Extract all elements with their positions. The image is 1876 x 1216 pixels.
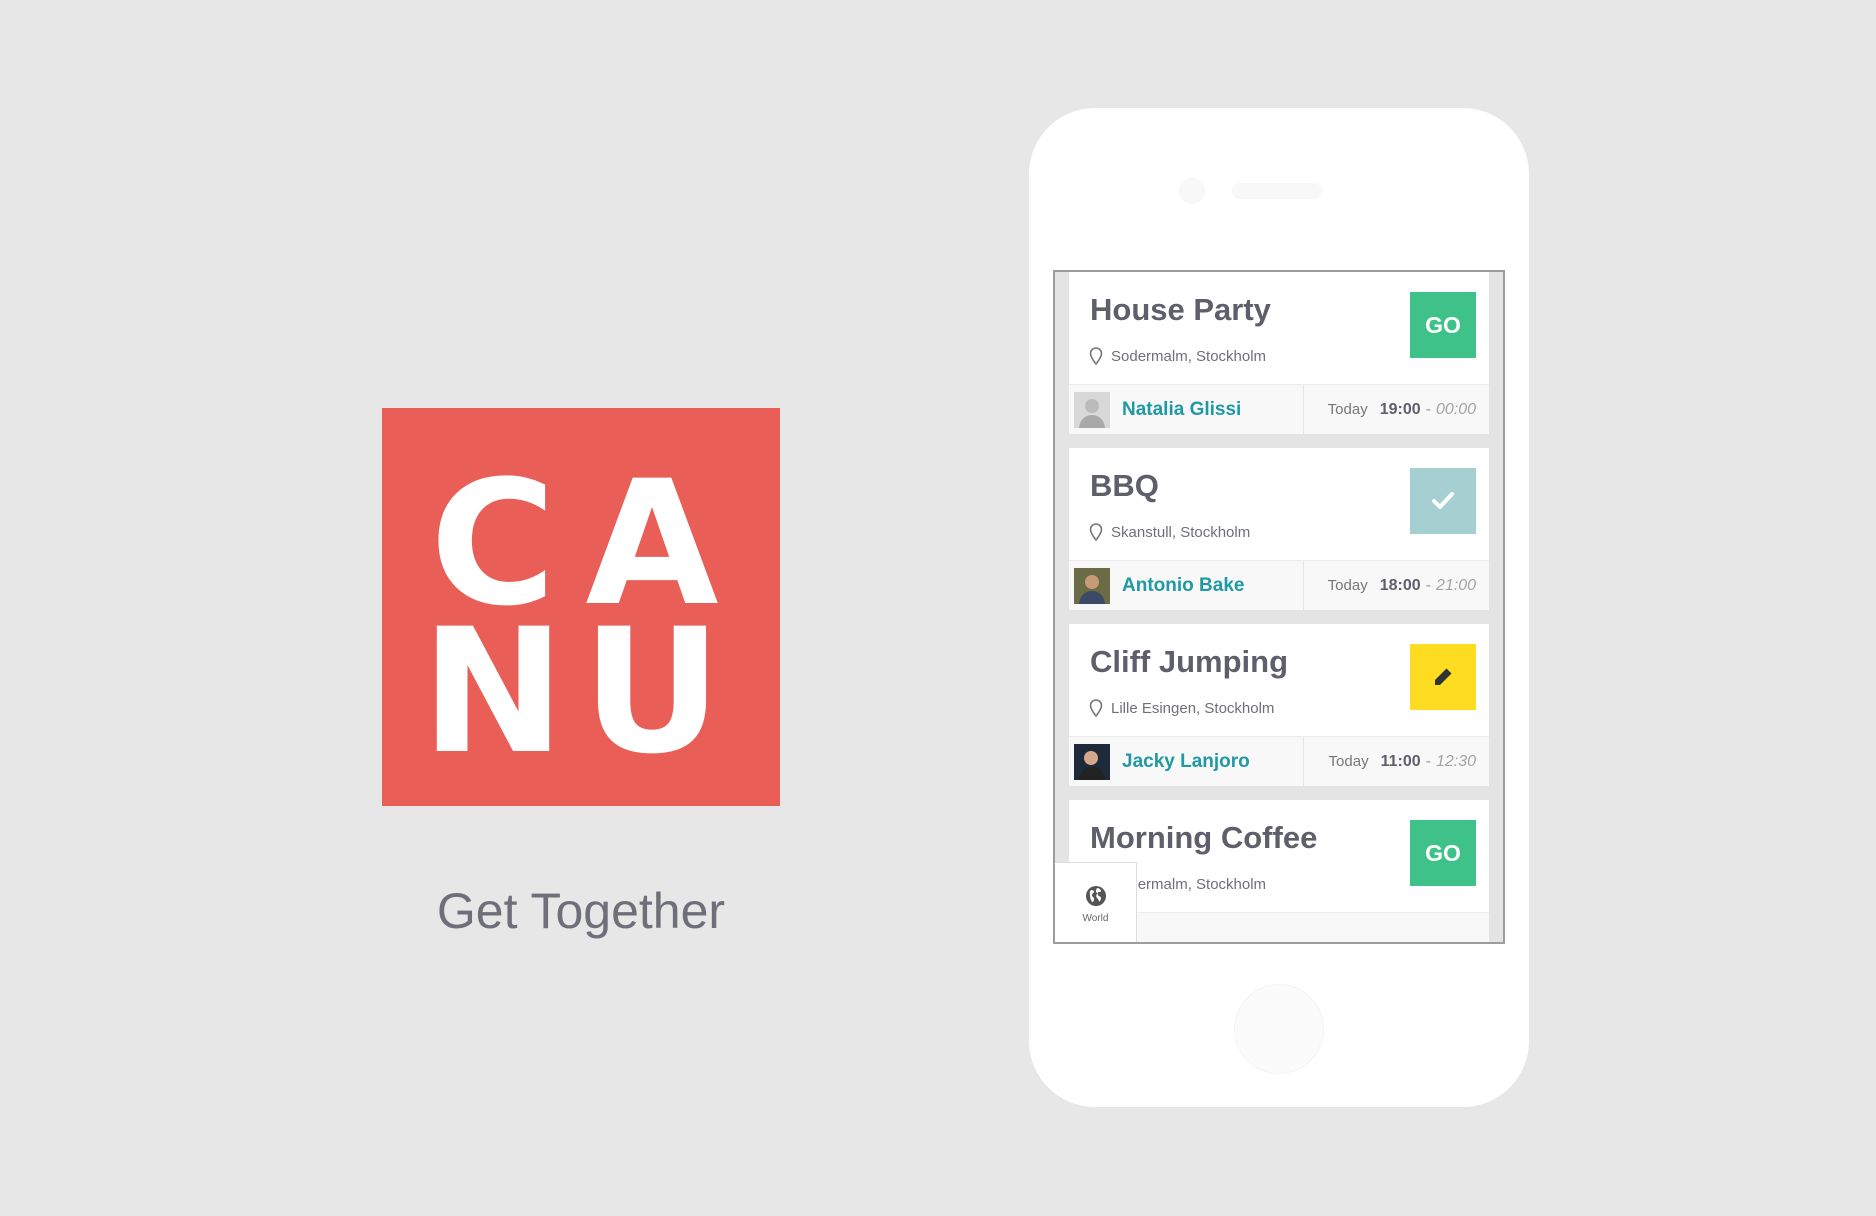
time-separator: - <box>1425 400 1431 418</box>
event-card[interactable]: BBQ Skanstull, Stockholm Antonio Bake To… <box>1069 448 1489 611</box>
event-time: Today 19:00 - 00:00 <box>1304 401 1489 419</box>
event-title: Cliff Jumping <box>1090 644 1289 679</box>
event-end-time: 12:30 <box>1435 752 1476 770</box>
event-location: Skanstull, Stockholm <box>1089 522 1250 542</box>
tagline: Get Together <box>436 883 726 939</box>
event-day: Today <box>1327 401 1368 418</box>
location-pin-icon <box>1089 699 1103 717</box>
phone-frame: House Party Sodermalm, Stockholm GO Nata… <box>1029 108 1529 1107</box>
host-avatar[interactable] <box>1074 567 1110 604</box>
event-location: Lille Esingen, Stockholm <box>1089 698 1274 718</box>
event-start-time: 19:00 <box>1379 400 1421 418</box>
time-separator: - <box>1425 752 1431 770</box>
event-start-time: 18:00 <box>1379 576 1421 594</box>
edit-button[interactable] <box>1410 644 1476 710</box>
phone-camera <box>1179 178 1205 204</box>
location-text: Sodermalm, Stockholm <box>1111 347 1267 365</box>
go-button-label: GO <box>1425 839 1461 866</box>
home-button[interactable] <box>1234 984 1324 1074</box>
globe-icon <box>1085 886 1106 906</box>
event-title: BBQ <box>1090 468 1159 503</box>
go-button-label: GO <box>1425 311 1461 338</box>
host-name[interactable]: Jacky Lanjoro <box>1122 751 1303 773</box>
event-day: Today <box>1328 753 1369 770</box>
app-screen: House Party Sodermalm, Stockholm GO Nata… <box>1053 270 1505 944</box>
checkmark-icon <box>1432 492 1454 509</box>
location-pin-icon <box>1089 523 1103 541</box>
canu-logo: C A N U <box>382 408 780 806</box>
location-text: Skanstull, Stockholm <box>1111 523 1251 541</box>
host-name[interactable]: Antonio Bake <box>1122 575 1303 597</box>
time-separator: - <box>1425 576 1431 594</box>
event-time: Today 18:00 - 21:00 <box>1304 577 1489 595</box>
location-text: Lille Esingen, Stockholm <box>1111 699 1275 717</box>
event-title: Morning Coffee <box>1090 820 1318 855</box>
event-time: Today 11:00 - 12:30 <box>1304 753 1489 771</box>
phone-speaker <box>1232 183 1322 199</box>
location-pin-icon <box>1089 347 1103 365</box>
event-end-time: 21:00 <box>1435 576 1476 594</box>
event-end-time: 00:00 <box>1435 400 1476 418</box>
pencil-icon <box>1435 668 1452 685</box>
world-tab[interactable]: World <box>1055 862 1137 942</box>
event-start-time: 11:00 <box>1380 752 1421 770</box>
go-button[interactable]: GO <box>1410 292 1476 358</box>
joined-button[interactable] <box>1410 468 1476 534</box>
event-title: House Party <box>1090 292 1271 327</box>
event-feed[interactable]: House Party Sodermalm, Stockholm GO Nata… <box>1069 272 1489 942</box>
event-card[interactable]: House Party Sodermalm, Stockholm GO Nata… <box>1069 272 1489 435</box>
event-card[interactable]: Cliff Jumping Lille Esingen, Stockholm J… <box>1069 624 1489 787</box>
world-tab-label: World <box>1082 913 1109 924</box>
event-day: Today <box>1327 577 1368 594</box>
logo-letter-n: N <box>421 591 565 792</box>
host-avatar[interactable] <box>1074 391 1110 428</box>
go-button[interactable]: GO <box>1410 820 1476 886</box>
event-location: Sodermalm, Stockholm <box>1089 346 1266 366</box>
logo-letter-u: U <box>582 591 722 792</box>
host-avatar[interactable] <box>1074 743 1110 780</box>
host-name[interactable]: Natalia Glissi <box>1122 399 1303 421</box>
